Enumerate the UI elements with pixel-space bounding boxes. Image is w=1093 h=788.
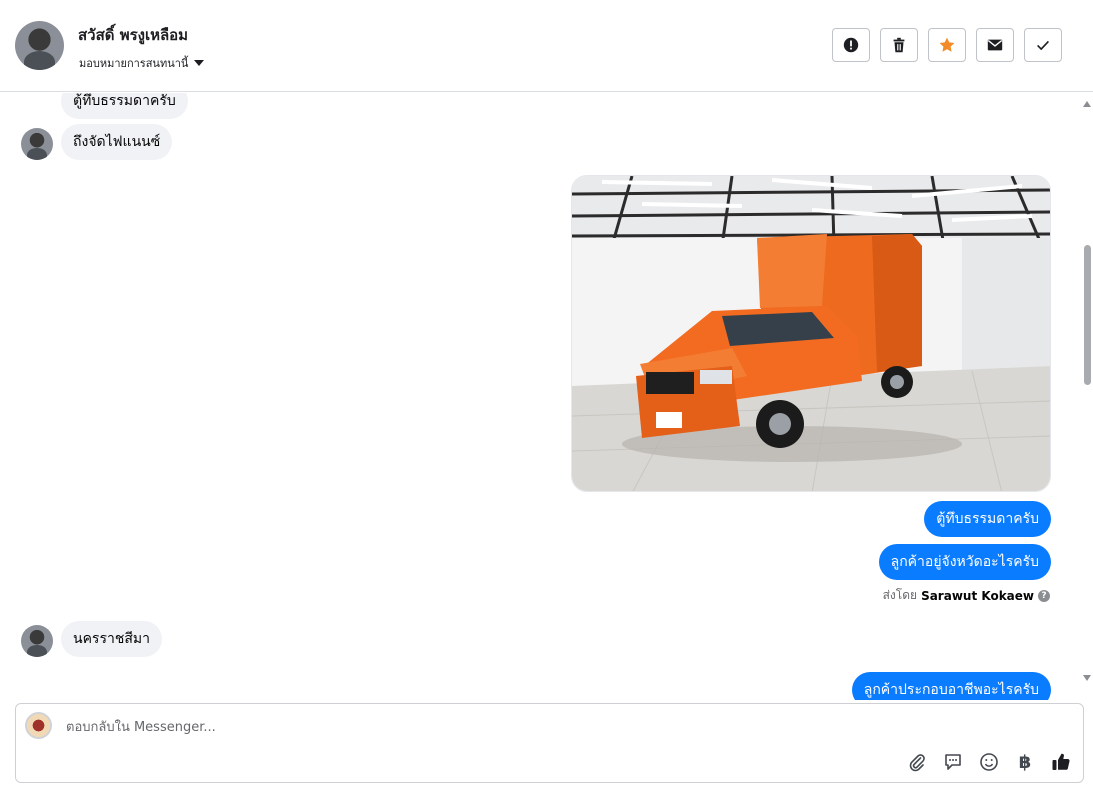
conversation-header: สวัสดิ์ พรงูเหลือม มอบหมายการสนทนานี้ xyxy=(0,0,1093,92)
saved-replies-button[interactable] xyxy=(941,750,965,774)
page-avatar xyxy=(25,712,52,739)
sender-avatar xyxy=(21,625,53,657)
mark-unread-button[interactable] xyxy=(976,28,1014,62)
report-spam-button[interactable] xyxy=(832,28,870,62)
delete-button[interactable] xyxy=(880,28,918,62)
chat-bubble-icon xyxy=(945,754,961,770)
payment-button[interactable]: ฿ xyxy=(1013,750,1037,774)
envelope-icon xyxy=(987,39,1003,51)
alert-icon xyxy=(843,37,859,53)
sent-by-name: Sarawut Kokaew xyxy=(921,588,1034,603)
sent-by-label: ส่งโดย Sarawut Kokaew ? xyxy=(883,586,1050,605)
like-button[interactable] xyxy=(1049,750,1073,774)
thread-scrollbar[interactable] xyxy=(1080,93,1093,693)
mark-done-button[interactable] xyxy=(1024,28,1062,62)
sent-by-prefix: ส่งโดย xyxy=(882,588,918,602)
caret-down-icon xyxy=(194,60,205,66)
reply-input[interactable] xyxy=(64,714,868,740)
check-icon xyxy=(1037,40,1049,51)
outgoing-message[interactable]: ตู้ทึบธรรมดาครับ xyxy=(924,501,1051,537)
scroll-thumb[interactable] xyxy=(1084,245,1091,385)
vehicle-photo[interactable] xyxy=(571,175,1051,492)
emoji-button[interactable] xyxy=(977,750,1001,774)
contact-avatar[interactable] xyxy=(15,21,64,70)
vehicle-photo-drawing xyxy=(572,176,1050,491)
star-button[interactable] xyxy=(928,28,966,62)
assign-conversation-dropdown[interactable]: มอบหมายการสนทนานี้ xyxy=(79,54,205,72)
scroll-down-arrow-icon[interactable] xyxy=(1083,675,1091,681)
incoming-message[interactable]: ถึงจัดไฟแนนซ์ xyxy=(61,124,173,160)
scroll-up-arrow-icon[interactable] xyxy=(1083,101,1091,107)
outgoing-message[interactable]: ลูกค้าอยู่จังหวัดอะไรครับ xyxy=(878,544,1051,580)
contact-name[interactable]: สวัสดิ์ พรงูเหลือม xyxy=(78,23,188,47)
baht-icon: ฿ xyxy=(1018,751,1032,773)
outgoing-message[interactable]: ลูกค้าประกอบอาชีพอะไรครับ xyxy=(851,672,1051,700)
message-thread[interactable]: ตู้ทึบธรรมดาครับ ถึงจัดไฟแนนซ์ ตู้ทึบธรร… xyxy=(0,93,1080,700)
reply-composer: ฿ xyxy=(15,703,1084,783)
smiley-icon xyxy=(980,753,998,771)
incoming-message[interactable]: ตู้ทึบธรรมดาครับ xyxy=(61,93,188,119)
sender-avatar xyxy=(21,128,53,160)
paperclip-icon xyxy=(909,754,925,772)
question-icon[interactable]: ? xyxy=(1038,589,1050,602)
thumbs-up-icon xyxy=(1052,753,1070,770)
attach-button[interactable] xyxy=(905,750,929,774)
star-icon xyxy=(939,37,955,52)
trash-icon xyxy=(893,37,905,53)
incoming-message[interactable]: นครราชสีมา xyxy=(61,621,162,657)
assign-label: มอบหมายการสนทนานี้ xyxy=(79,57,189,70)
